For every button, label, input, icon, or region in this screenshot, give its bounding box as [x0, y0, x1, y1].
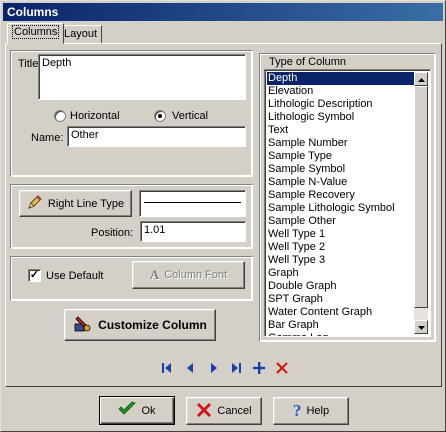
previous-record-button[interactable]: [181, 361, 199, 377]
line-sample: [144, 202, 241, 203]
next-record-button[interactable]: [205, 361, 223, 377]
radio-horizontal-label: Horizontal: [70, 110, 120, 122]
list-item[interactable]: Sample Recovery: [267, 189, 415, 202]
ok-label: Ok: [141, 404, 156, 417]
checkmark-icon: [118, 401, 137, 420]
question-mark-icon: ?: [292, 401, 302, 420]
list-item[interactable]: Sample Lithologic Symbol: [267, 202, 415, 215]
arrow-up-icon: [417, 73, 425, 85]
list-item[interactable]: Double Graph: [267, 280, 415, 293]
list-scrollbar[interactable]: [414, 72, 428, 334]
column-font-label: Column Font: [164, 269, 228, 281]
scroll-thumb[interactable]: [414, 86, 428, 308]
tab-columns[interactable]: Columns: [7, 23, 65, 44]
arrow-down-icon: [417, 321, 425, 333]
list-item[interactable]: Sample Number: [267, 137, 415, 150]
list-item[interactable]: Sample Other: [267, 215, 415, 228]
list-item[interactable]: Sample N-Value: [267, 176, 415, 189]
previous-record-icon: [185, 362, 195, 377]
tab-layout[interactable]: Layout: [59, 25, 103, 43]
line-preview[interactable]: [139, 190, 246, 217]
cancel-button[interactable]: Cancel: [186, 397, 262, 425]
add-record-button[interactable]: [250, 361, 268, 377]
right-line-type-button[interactable]: Right Line Type: [19, 190, 132, 217]
list-item[interactable]: Well Type 3: [267, 254, 415, 267]
tab-columns-label: Columns: [12, 25, 60, 39]
type-of-column-list[interactable]: Depth Elevation Lithologic Description Lith…: [264, 69, 431, 337]
list-item[interactable]: Gamma Log: [267, 332, 415, 336]
column-font-button[interactable]: A Column Font: [132, 261, 245, 289]
position-label: Position:: [91, 227, 134, 239]
right-line-type-label: Right Line Type: [47, 197, 125, 210]
list-item[interactable]: Lithologic Description: [267, 98, 415, 111]
list-item[interactable]: Sample Type: [267, 150, 415, 163]
last-record-icon: [230, 362, 242, 377]
next-record-icon: [209, 362, 219, 377]
cancel-label: Cancel: [217, 405, 252, 417]
use-default-checkbox[interactable]: ✓: [28, 269, 41, 282]
list-item[interactable]: Water Content Graph: [267, 306, 415, 319]
radio-horizontal[interactable]: [54, 110, 66, 122]
radio-vertical-label: Vertical: [172, 110, 209, 122]
last-record-button[interactable]: [227, 361, 245, 377]
list-item[interactable]: Text: [267, 124, 415, 137]
delete-record-button[interactable]: [273, 361, 291, 377]
list-item[interactable]: Well Type 2: [267, 241, 415, 254]
window-title: Columns: [3, 3, 443, 21]
radio-vertical[interactable]: [154, 110, 166, 122]
delete-icon: [275, 361, 289, 378]
name-field[interactable]: Other: [67, 126, 246, 147]
customize-tool-icon: [73, 315, 93, 336]
customize-column-button[interactable]: Customize Column: [64, 309, 216, 341]
tab-layout-label: Layout: [64, 28, 98, 40]
cancel-x-icon: [196, 402, 212, 421]
type-of-column-label: Type of Column: [267, 56, 349, 68]
first-record-button[interactable]: [158, 361, 176, 377]
list-item[interactable]: Sample Symbol: [267, 163, 415, 176]
scroll-down-button[interactable]: [414, 320, 428, 334]
add-icon: [252, 361, 266, 378]
columns-dialog: Columns Columns Layout Title: Depth Hori…: [0, 0, 446, 432]
list-item[interactable]: Depth: [267, 72, 415, 85]
list-item[interactable]: Bar Graph: [267, 319, 415, 332]
list-item[interactable]: Well Type 1: [267, 228, 415, 241]
scroll-up-button[interactable]: [414, 72, 428, 86]
help-label: Help: [306, 405, 330, 417]
title-field[interactable]: Depth: [38, 54, 246, 100]
help-button[interactable]: ? Help: [273, 397, 349, 425]
position-field[interactable]: 1.01: [140, 221, 246, 242]
list-item[interactable]: Graph: [267, 267, 415, 280]
customize-column-label: Customize Column: [98, 318, 207, 332]
list-item[interactable]: Lithologic Symbol: [267, 111, 415, 124]
pencil-icon: [27, 194, 43, 213]
ok-button[interactable]: Ok: [99, 396, 175, 425]
list-item[interactable]: SPT Graph: [267, 293, 415, 306]
font-icon: A: [149, 267, 160, 282]
list-item[interactable]: Elevation: [267, 85, 415, 98]
name-label: Name:: [31, 132, 64, 144]
list-items: Depth Elevation Lithologic Description Lith…: [267, 72, 415, 336]
first-record-icon: [161, 362, 173, 377]
use-default-label: Use Default: [46, 270, 104, 282]
